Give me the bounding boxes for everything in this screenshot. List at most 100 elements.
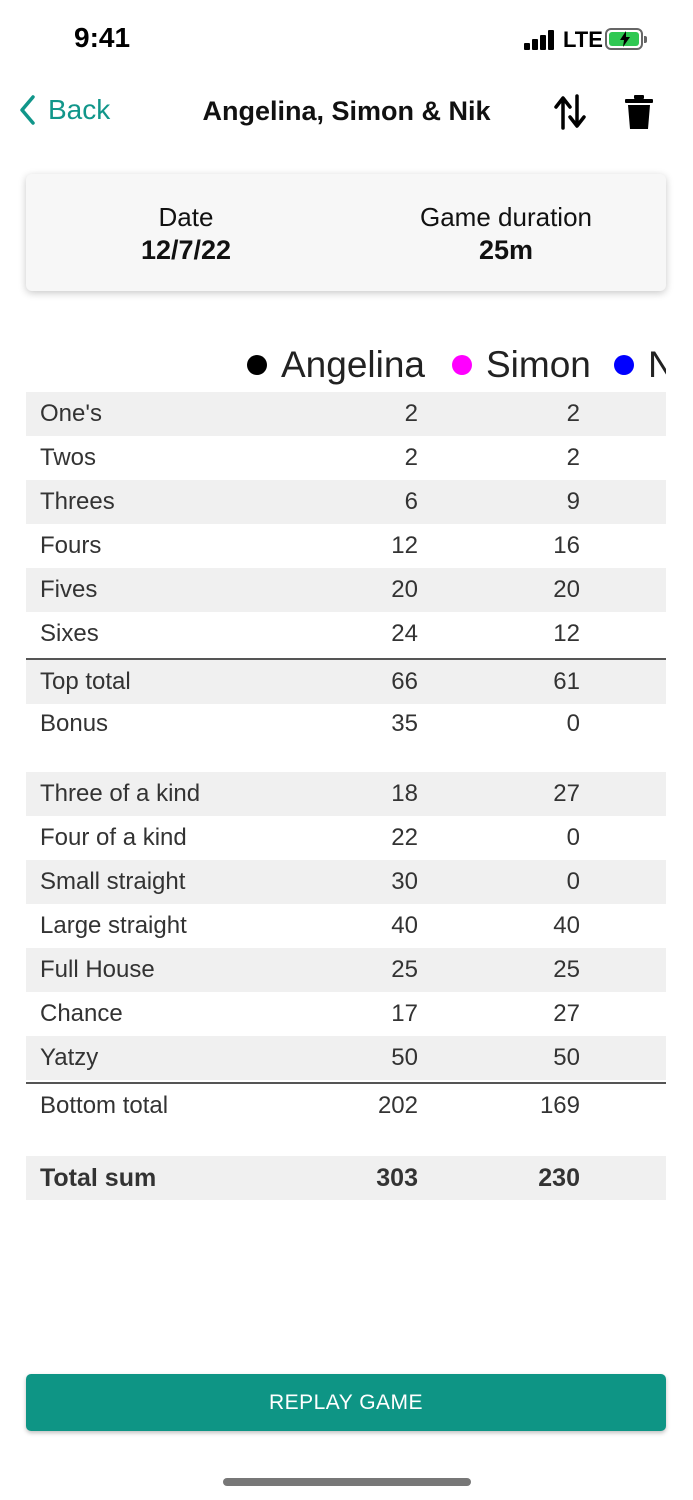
score-cell: 20 <box>391 576 418 603</box>
score-cell: 0 <box>566 868 580 895</box>
score-cell: 40 <box>391 912 418 939</box>
player-header-nik: N <box>614 344 666 386</box>
score-row-label: Yatzy <box>40 1044 99 1071</box>
score-cell: 25 <box>553 956 580 983</box>
player-name: Angelina <box>281 344 426 385</box>
score-cell: 10 <box>662 1092 666 1120</box>
score-cell: 1 <box>662 488 666 516</box>
score-cell: 16 <box>553 532 580 559</box>
home-indicator <box>223 1478 471 1486</box>
date-label: Date <box>158 202 214 232</box>
score-row: Fives 20 20 1 <box>26 568 666 612</box>
score-row-label: Large straight <box>40 912 187 939</box>
score-cell: 2 <box>404 400 418 427</box>
score-cell: 22 <box>391 824 418 851</box>
score-row: Top total 66 61 6 <box>26 658 666 704</box>
score-row-label: Three of a kind <box>40 780 201 807</box>
score-cell: 25 <box>391 956 418 983</box>
player-header-angelina: Angelina <box>247 344 425 386</box>
player-color-dot <box>247 355 267 375</box>
score-cell: 9 <box>566 488 580 515</box>
score-cell: 66 <box>391 668 418 695</box>
score-cell: 16 <box>662 1164 666 1193</box>
status-bar: 9:41 LTE <box>0 0 693 80</box>
score-cell: 2 <box>662 824 666 852</box>
score-cell: 12 <box>391 532 418 559</box>
score-row: Chance 17 27 <box>26 992 666 1036</box>
score-cell: 1 <box>662 576 666 604</box>
score-cell: 20 <box>553 576 580 603</box>
page-title: Angelina, Simon & Nik <box>202 96 491 126</box>
date-value: 12/7/22 <box>140 235 232 265</box>
score-row: Total sum 303 230 16 <box>26 1156 666 1200</box>
score-cell: 61 <box>553 668 580 695</box>
score-cell: 17 <box>391 1000 418 1027</box>
sort-arrows-icon[interactable] <box>554 94 586 135</box>
battery-charging-icon <box>605 28 647 50</box>
score-row: Three of a kind 18 27 1 <box>26 772 666 816</box>
network-label: LTE <box>563 27 603 52</box>
player-header-row: Angelina Simon N <box>26 340 666 392</box>
score-cell: 202 <box>377 1092 418 1119</box>
replay-game-button[interactable]: REPLAY GAME <box>26 1374 666 1431</box>
score-row-label: Bottom total <box>40 1092 169 1119</box>
score-cell: 2 <box>566 400 580 427</box>
score-row: Small straight 30 0 3 <box>26 860 666 904</box>
score-row: One's 2 2 <box>26 392 666 436</box>
score-row: Full House 25 25 2 <box>26 948 666 992</box>
score-row: Twos 2 2 <box>26 436 666 480</box>
score-cell: 18 <box>391 780 418 807</box>
score-row: Bonus 35 0 <box>26 702 666 746</box>
score-row-label: Fours <box>40 532 102 559</box>
score-row-label: One's <box>40 400 102 427</box>
player-color-dot <box>452 355 472 375</box>
score-cell: 24 <box>391 620 418 647</box>
score-cell: 6 <box>662 668 666 696</box>
score-row: Fours 12 16 <box>26 524 666 568</box>
score-table[interactable]: Angelina Simon N One's22Twos22Threes691F… <box>26 340 666 1220</box>
trash-icon[interactable] <box>624 94 654 135</box>
score-cell: 30 <box>391 868 418 895</box>
score-cell: 1 <box>662 780 666 808</box>
score-cell: 6 <box>404 488 418 515</box>
score-row: Yatzy 50 50 <box>26 1036 666 1080</box>
score-row-label: Total sum <box>40 1164 157 1192</box>
score-cell: 27 <box>553 1000 580 1027</box>
score-row: Threes 6 9 1 <box>26 480 666 524</box>
score-row: Bottom total 202 169 10 <box>26 1082 666 1128</box>
score-cell: 230 <box>538 1164 580 1192</box>
game-info-card: Date 12/7/22 Game duration 25m <box>26 174 666 291</box>
date-section: Date 12/7/22 <box>26 202 346 266</box>
signal-icon <box>524 30 558 50</box>
score-cell: 2 <box>404 444 418 471</box>
score-cell: 27 <box>553 780 580 807</box>
duration-value: 25m <box>478 235 534 265</box>
duration-label: Game duration <box>420 202 592 232</box>
score-cell: 50 <box>553 1044 580 1071</box>
status-time: 9:41 <box>74 22 131 53</box>
score-row-label: Twos <box>40 444 97 471</box>
score-row-label: Top total <box>40 668 131 695</box>
score-row-label: Four of a kind <box>40 824 187 851</box>
score-row-label: Fives <box>40 576 98 603</box>
score-cell: 0 <box>566 824 580 851</box>
score-cell: 50 <box>391 1044 418 1071</box>
score-row-label: Bonus <box>40 710 109 737</box>
duration-section: Game duration 25m <box>346 202 666 266</box>
player-name: Simon <box>486 344 591 385</box>
score-row: Four of a kind 22 0 2 <box>26 816 666 860</box>
score-cell: 35 <box>391 710 418 737</box>
score-cell: 12 <box>553 620 580 647</box>
player-color-dot <box>614 355 634 375</box>
player-header-simon: Simon <box>452 344 591 386</box>
score-row-label: Small straight <box>40 868 186 895</box>
score-cell: 1 <box>662 620 666 648</box>
nav-bar: Back Angelina, Simon & Nik <box>0 80 693 144</box>
score-cell: 169 <box>539 1092 580 1119</box>
score-cell: 40 <box>553 912 580 939</box>
score-row-label: Chance <box>40 1000 123 1027</box>
score-cell: 2 <box>662 956 666 984</box>
score-row-label: Threes <box>40 488 115 515</box>
score-cell: 3 <box>662 868 666 896</box>
score-row-label: Sixes <box>40 620 99 647</box>
